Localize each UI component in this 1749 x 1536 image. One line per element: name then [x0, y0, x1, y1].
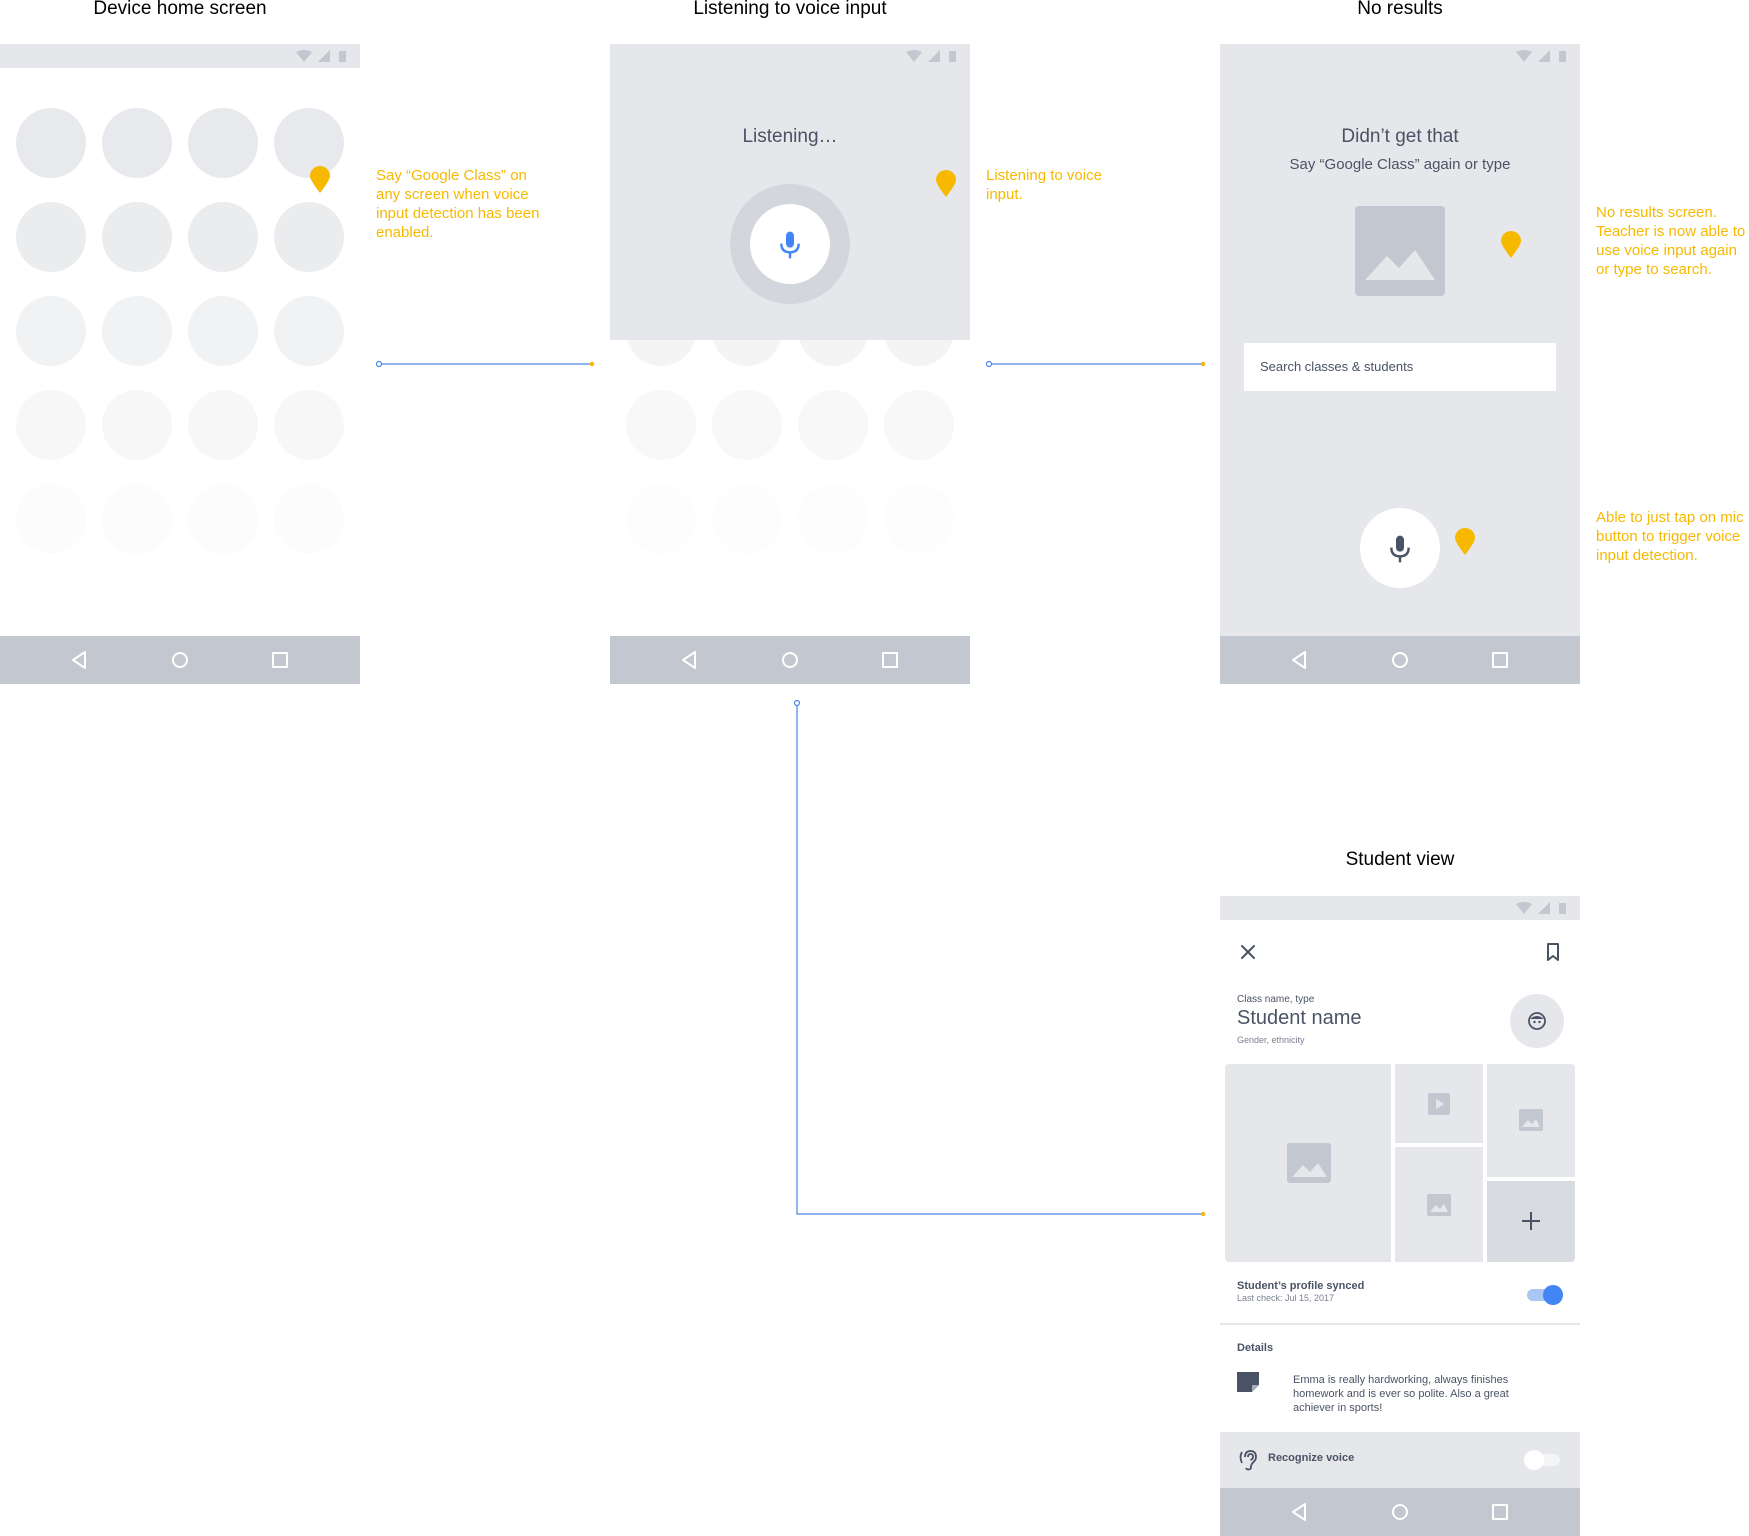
pin-icon	[1455, 528, 1475, 555]
annotation-no-results: No results screen. Teacher is now able t…	[1596, 204, 1746, 278]
connector-listening-to-student	[793, 699, 1206, 1217]
connector-home-to-listening	[375, 360, 595, 368]
annotation-mic: Able to just tap on mic button to trigge…	[1596, 509, 1744, 564]
annotation-home: Say “Google Class” on any screen when vo…	[376, 167, 540, 241]
flow-connectors	[375, 360, 1206, 1217]
connector-listening-to-no-results	[985, 360, 1206, 368]
annotation-listening: Listening to voice input.	[986, 167, 1102, 203]
pin-icon	[936, 170, 956, 197]
pin-icon	[1501, 231, 1521, 258]
pin-icon	[310, 166, 330, 193]
